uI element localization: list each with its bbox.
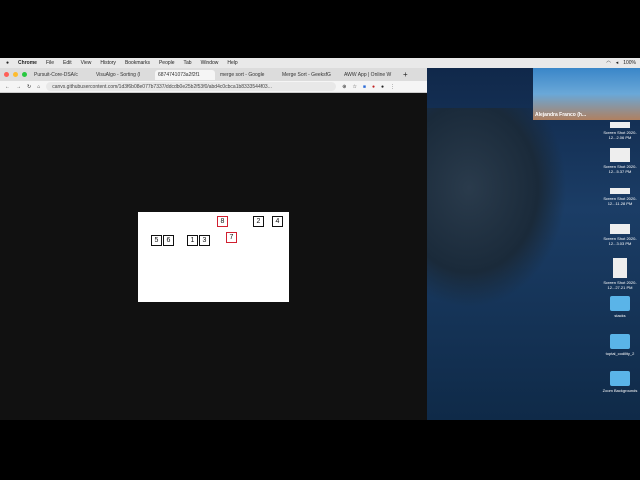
menu-tab[interactable]: Tab (184, 60, 192, 66)
sort-box: 2 (253, 216, 264, 227)
home-icon[interactable]: ⌂ (37, 84, 40, 90)
sort-box: 3 (199, 235, 210, 246)
tab-strip: Pursuit-Core-DSA/c VisuAlgo - Sorting (I… (0, 68, 427, 81)
zoom-video-tile: Alejandra Franco (h... (533, 68, 640, 120)
tab-label: 6874741073a2f2f1 (158, 71, 200, 78)
menu-bookmarks[interactable]: Bookmarks (125, 60, 150, 66)
tab-google[interactable]: merge sort - Google (217, 70, 277, 80)
apple-icon[interactable]: ● (6, 60, 9, 66)
maximize-window-icon[interactable] (22, 72, 27, 77)
volume-icon[interactable]: ◂ (616, 60, 619, 66)
menu-edit[interactable]: Edit (63, 60, 72, 66)
desktop-folder[interactable]: stacks (602, 296, 638, 318)
tab-geeks[interactable]: Merge Sort - GeeksfG (279, 70, 339, 80)
tab-label: Merge Sort - GeeksfG (282, 71, 331, 78)
forward-icon[interactable]: → (16, 84, 21, 90)
desktop: Alejandra Franco (h... Screen Shot 2020-… (427, 68, 640, 420)
minimize-window-icon[interactable] (13, 72, 18, 77)
tab-label: Pursuit-Core-DSA/c (34, 71, 78, 78)
url-input[interactable]: canvs.githubusercontent.com/1d3f6b08e077… (46, 82, 337, 91)
zoom-icon[interactable]: ⊕ (342, 84, 346, 90)
sort-box: 6 (163, 235, 174, 246)
tab-label: VisuAlgo - Sorting (I (96, 71, 141, 78)
desktop-file[interactable]: Screen Shot 2020-12...11.28 PM (602, 188, 638, 206)
desktop-file[interactable]: Screen Shot 2020-12...5.37 PM (602, 148, 638, 174)
chrome-window: Pursuit-Core-DSA/c VisuAlgo - Sorting (I… (0, 68, 427, 420)
extension-icon[interactable]: ● (372, 84, 375, 90)
tab-pursuit[interactable]: Pursuit-Core-DSA/c (31, 70, 91, 80)
extension-icon[interactable]: ■ (363, 84, 366, 90)
reload-icon[interactable]: ↻ (27, 84, 31, 90)
menu-dots-icon[interactable]: ⋮ (390, 84, 395, 90)
menu-app[interactable]: Chrome (18, 60, 37, 66)
tab-aww[interactable]: AWW App | Online W (341, 70, 401, 80)
menu-history[interactable]: History (100, 60, 116, 66)
sort-box: 8 (217, 216, 228, 227)
menu-people[interactable]: People (159, 60, 175, 66)
address-bar-row: ← → ↻ ⌂ canvs.githubusercontent.com/1d3f… (0, 81, 427, 93)
desktop-folder[interactable]: toptal_codility_2 (602, 334, 638, 356)
sort-box: 7 (226, 232, 237, 243)
desktop-file[interactable]: Screen Shot 2020-12...3.03 PM (602, 224, 638, 246)
menu-view[interactable]: View (81, 60, 92, 66)
close-window-icon[interactable] (4, 72, 9, 77)
sort-box: 4 (272, 216, 283, 227)
wallpaper-island (427, 108, 567, 308)
menu-help[interactable]: Help (227, 60, 237, 66)
status-area: ◠ ◂ 100% (606, 58, 636, 68)
bookmark-star-icon[interactable]: ☆ (352, 84, 356, 90)
new-tab-icon[interactable]: + (403, 70, 408, 79)
profile-avatar[interactable]: ● (381, 84, 384, 90)
menu-bar: ● Chrome File Edit View History Bookmark… (0, 58, 640, 68)
desktop-file[interactable]: Screen Shot 2020-12...27.21 PM (602, 258, 638, 290)
tab-visualgo[interactable]: VisuAlgo - Sorting (I (93, 70, 153, 80)
wifi-icon[interactable]: ◠ (606, 60, 610, 66)
tab-label: merge sort - Google (220, 71, 265, 78)
menu-file[interactable]: File (46, 60, 54, 66)
sort-box: 1 (187, 235, 198, 246)
sort-canvas: 8 2 4 7 5 6 1 3 (138, 212, 289, 302)
desktop-folder[interactable]: Zoom Backgrounds (602, 371, 638, 393)
menu-window[interactable]: Window (201, 60, 219, 66)
participant-name: Alejandra Franco (h... (535, 112, 587, 118)
tab-active-github[interactable]: 6874741073a2f2f1 (155, 69, 215, 80)
tab-label: AWW App | Online W (344, 71, 392, 78)
url-text: canvs.githubusercontent.com/1d3f6b08e077… (52, 83, 272, 90)
back-icon[interactable]: ← (5, 84, 10, 90)
battery-label[interactable]: 100% (623, 60, 636, 66)
sort-box: 5 (151, 235, 162, 246)
desktop-file[interactable]: Screen Shot 2020-12...2.06 PM (602, 122, 638, 140)
